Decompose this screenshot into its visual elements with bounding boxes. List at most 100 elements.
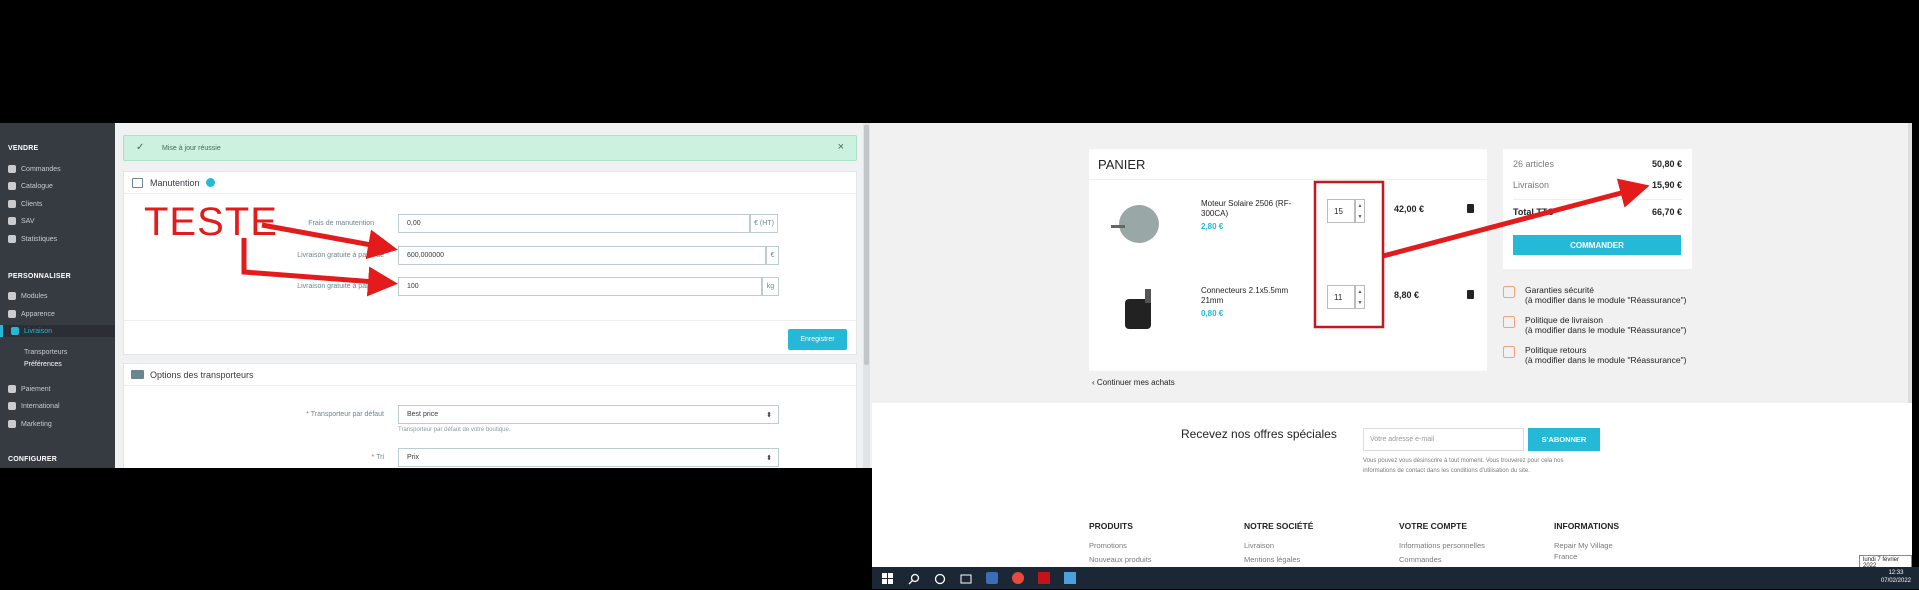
free-shipping-weight-label: Livraison gratuite à partir de [297,283,384,290]
scrollbar-thumb[interactable] [864,125,869,365]
product-name[interactable]: Moteur Solaire 2506 (RF-300CA) [1201,199,1301,219]
sidebar-item-international[interactable]: International [8,400,60,412]
account-icon [8,200,16,208]
truck-icon [11,327,19,335]
copy-icon [132,177,143,188]
sidebar-item-marketing[interactable]: Marketing [8,418,52,430]
help-icon[interactable] [205,178,215,187]
check-icon: ✓ [136,142,145,153]
summary-total: Total TTC 66,70 € [1513,207,1682,217]
globe-icon [8,402,16,410]
select-arrows-icon: ⬍ [766,454,772,462]
quantity-input[interactable]: 11 [1327,285,1355,309]
truck-icon [131,370,144,379]
sidebar-section-sell: VENDRE [8,145,39,152]
continue-shopping-link[interactable]: ‹ Continuer mes achats [1092,378,1175,387]
footer-link[interactable]: Mentions légales [1244,555,1300,564]
handling-fee-addon: € (HT) [750,214,778,233]
summary-shipping: Livraison 15,90 € [1513,180,1682,190]
free-shipping-weight-addon: kg [762,277,779,296]
newsletter-title: Recevez nos offres spéciales [1181,427,1337,441]
footer-info-line: Repair My Village [1554,541,1613,550]
save-button[interactable]: Enregistrer [788,329,847,350]
cortana-icon[interactable] [934,572,946,585]
newsletter-email-input[interactable]: Votre adresse e-mail [1363,428,1524,451]
handling-fee-input[interactable]: 0,00 [398,214,750,233]
clock[interactable]: 12:33 07/02/2022 [1881,569,1911,585]
reassurance-shipping: Politique de livraison (à modifier dans l… [1503,315,1686,335]
chrome-icon[interactable] [1012,572,1024,584]
lock-icon [1503,286,1515,298]
divider [124,320,856,321]
admin-content: ✓ Mise à jour réussie × Manutention Frai… [115,123,872,468]
sidebar-item-customers[interactable]: Clients [8,198,42,210]
footer-link[interactable]: Promotions [1089,541,1127,550]
sidebar-item-shipping[interactable]: Livraison [0,325,115,337]
puzzle-icon [8,292,16,300]
calculator-icon[interactable] [1064,572,1076,584]
handling-card-header: Manutention [124,172,856,194]
subscribe-button[interactable]: S'ABONNER [1528,428,1600,451]
store-icon [8,182,16,190]
handling-fee-label: Frais de manutention [308,220,374,227]
trash-icon[interactable] [1467,204,1474,213]
divider [1513,199,1682,200]
cart-summary: 26 articles 50,80 € Livraison 15,90 € Tota… [1503,149,1692,269]
sort-select[interactable]: Prix ⬍ [398,448,779,467]
app-icon[interactable] [986,572,998,584]
sort-label: * Tri [371,454,384,461]
search-icon[interactable] [908,572,920,585]
cart-title: PANIER [1098,157,1146,172]
chevron-down-icon[interactable]: ▼ [1358,300,1363,306]
newsletter-note: informations de contact dans les conditi… [1363,468,1530,474]
filezilla-icon[interactable] [1038,572,1050,584]
trash-icon[interactable] [1467,290,1474,299]
footer-link[interactable]: Informations personnelles [1399,541,1485,550]
chat-icon [8,217,16,225]
shop-footer-area: Recevez nos offres spéciales Votre adres… [872,403,1912,571]
admin-scrollbar[interactable] [863,123,870,468]
order-button[interactable]: COMMANDER [1513,235,1681,255]
sidebar-section-configure: CONFIGURER [8,456,58,463]
line-total: 42,00 € [1394,204,1425,214]
footer-link[interactable]: Nouveaux produits [1089,555,1152,564]
quantity-input[interactable]: 15 [1327,199,1355,223]
free-shipping-price-input[interactable]: 600,000000 [398,246,766,265]
success-alert: ✓ Mise à jour réussie × [123,135,857,161]
sidebar-item-payment[interactable]: Paiement [8,383,51,395]
windows-start-icon[interactable] [882,572,894,584]
desktop-icon [8,310,16,318]
product-price: 2,80 € [1201,222,1224,231]
default-carrier-select[interactable]: Best price ⬍ [398,405,779,424]
footer-info-line: France [1554,552,1578,561]
inbox-icon [8,165,16,173]
carriers-card: Options des transporteurs * Transporteur… [123,363,857,468]
handling-card: Manutention Frais de manutention 0,00 € … [123,171,857,355]
sidebar-item-catalog[interactable]: Catalogue [8,180,53,192]
footer-link[interactable]: Commandes [1399,555,1442,564]
windows-taskbar: 12:33 07/02/2022 [872,567,1919,589]
free-shipping-weight-input[interactable]: 100 [398,277,762,296]
product-price: 0,80 € [1201,309,1224,318]
sidebar-item-orders[interactable]: Commandes [8,163,61,175]
chevron-up-icon[interactable]: ▲ [1358,289,1363,295]
footer-link[interactable]: Livraison [1244,541,1274,550]
product-image-connector[interactable] [1119,289,1159,341]
close-icon[interactable]: × [838,141,844,153]
return-icon [1503,346,1515,358]
product-name[interactable]: Connecteurs 2.1x5.5mm 21mm [1201,286,1301,306]
sidebar-item-appearance[interactable]: Apparence [8,308,55,320]
reassurance-returns: Politique retours (à modifier dans le mod… [1503,345,1686,365]
footer-account-title: VOTRE COMPTE [1399,521,1468,531]
chevron-down-icon[interactable]: ▼ [1358,214,1363,220]
sidebar-item-modules[interactable]: Modules [8,290,47,302]
sidebar-item-sav[interactable]: SAV [8,215,35,227]
sidebar-subitem-carriers[interactable]: Transporteurs [24,349,67,356]
chevron-up-icon[interactable]: ▲ [1358,203,1363,209]
quantity-stepper[interactable]: ▲ ▼ [1355,285,1365,309]
product-image-motor[interactable] [1111,201,1165,251]
quantity-stepper[interactable]: ▲ ▼ [1355,199,1365,223]
task-view-icon[interactable] [960,572,972,584]
sidebar-subitem-preferences[interactable]: Préférences [24,361,62,368]
sidebar-item-stats[interactable]: Statistiques [8,233,57,245]
